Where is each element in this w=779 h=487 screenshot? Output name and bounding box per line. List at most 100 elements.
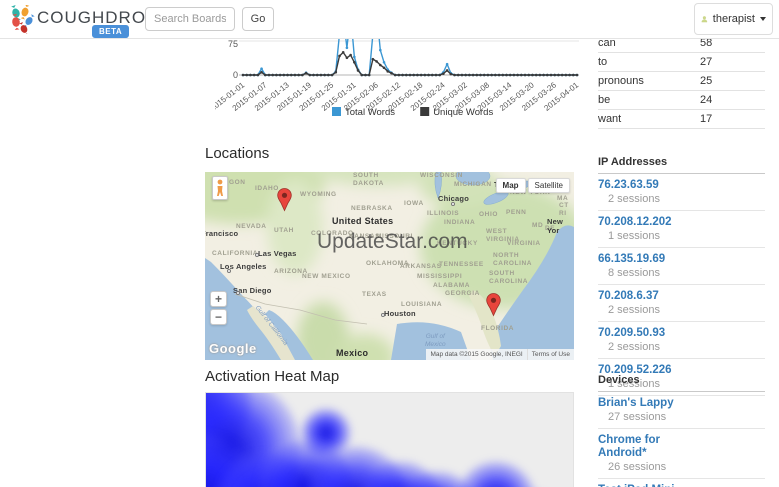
word-label: want <box>598 113 622 125</box>
map-label: WISCONSIN <box>420 172 463 179</box>
map-zoom-in-button[interactable]: + <box>210 291 227 307</box>
svg-text:Total Words: Total Words <box>345 107 395 118</box>
map-label: GON <box>229 179 246 186</box>
word-count: 24 <box>700 94 713 106</box>
svg-text:Unique Words: Unique Words <box>433 107 493 118</box>
map-label: SOUTH CAROLINA <box>489 270 529 285</box>
map-label: United States <box>332 216 394 226</box>
session-count: 8 sessions <box>608 267 660 279</box>
map-label: NEBRASKA <box>351 205 393 212</box>
map-label: CT RI <box>559 202 569 217</box>
ip-address-link[interactable]: 70.209.50.93 <box>598 327 765 340</box>
map-label: LOUISIANA <box>401 301 443 308</box>
ip-address-link[interactable]: 66.135.19.69 <box>598 253 765 266</box>
ip-address-entry: 66.135.19.69 8 sessions <box>598 248 765 285</box>
map-label: GEORGIA <box>445 290 480 297</box>
map-label: Mexico <box>336 348 369 358</box>
word-row: want 17 <box>598 110 765 129</box>
map-city-dot <box>227 269 231 273</box>
word-row: be 24 <box>598 91 765 110</box>
heat-blob <box>456 461 536 487</box>
map-city-dot <box>381 313 385 317</box>
map-city-dot <box>255 253 259 257</box>
ip-addresses-title: IP Addresses <box>598 156 765 174</box>
device-link[interactable]: Chrome for Android* <box>598 434 765 460</box>
top-words-list: can 58 to 27 pronouns 25 be 24 want 17 <box>598 34 765 129</box>
map-label: OHIO <box>479 211 499 218</box>
activation-heatmap <box>205 392 574 487</box>
locations-title: Locations <box>205 145 270 162</box>
coughdrop-logo-icon <box>11 5 35 34</box>
map-city-dot <box>451 202 455 206</box>
word-row: to 27 <box>598 53 765 72</box>
map-label: MD <box>532 222 544 229</box>
ip-address-entry: 70.208.6.37 2 sessions <box>598 285 765 322</box>
map-label: TEXAS <box>362 291 387 298</box>
ip-address-entry: 70.208.12.202 1 sessions <box>598 211 765 248</box>
session-count: 2 sessions <box>608 304 660 316</box>
map-label: NORTH CAROLINA <box>493 252 533 267</box>
locations-map[interactable]: GON IDAHO WYOMING SOUTH DAKOTA WISCONSIN MICH… <box>205 172 574 360</box>
session-count: 27 sessions <box>608 411 667 423</box>
map-label: Las Vegas <box>258 249 297 258</box>
terms-of-use-link[interactable]: Terms of Use <box>526 349 574 360</box>
ip-address-link[interactable]: 70.208.6.37 <box>598 290 765 303</box>
map-label: ARKANSAS <box>400 263 442 270</box>
search-boards-input[interactable] <box>145 7 235 31</box>
devices-list: Brian's Lappy 27 sessions Chrome for Andro… <box>598 392 765 487</box>
map-labels: GON IDAHO WYOMING SOUTH DAKOTA WISCONSIN MICH… <box>205 172 574 360</box>
pegman-icon <box>217 179 223 196</box>
map-label: INDIANA <box>444 219 476 226</box>
map-label: SOUTH DAKOTA <box>353 172 384 187</box>
map-view-button[interactable]: Map <box>495 178 526 193</box>
map-label: MICHIGAN <box>454 181 492 188</box>
map-label: Houston <box>384 309 416 318</box>
session-count: 26 sessions <box>608 461 667 473</box>
heatmap-title: Activation Heat Map <box>205 368 340 385</box>
map-label: VIRGINIA <box>507 240 541 247</box>
map-label: IDAHO <box>255 185 279 192</box>
user-menu-button[interactable]: therapist <box>694 3 773 35</box>
user-avatar <box>701 16 708 23</box>
ip-address-link[interactable]: 70.208.12.202 <box>598 216 765 229</box>
device-entry: Test iPad Mini1 sessions <box>598 479 765 487</box>
map-label: UTAH <box>274 227 294 234</box>
map-label: ILLINOIS <box>427 210 460 217</box>
map-attribution: Map data ©2015 Google, INEGI <box>426 349 527 360</box>
map-label: FLORIDA <box>481 325 515 332</box>
map-label: WYOMING <box>300 191 337 198</box>
map-label: Gulf of Mexico <box>425 333 446 348</box>
device-link[interactable]: Brian's Lappy <box>598 397 765 410</box>
ip-address-link[interactable]: 76.23.63.59 <box>598 179 765 192</box>
map-label: ALABAMA <box>433 282 471 289</box>
map-label: IOWA <box>404 200 424 207</box>
chevron-down-icon <box>760 17 766 21</box>
map-label: Gulf of California <box>253 304 290 347</box>
word-label: be <box>598 94 611 106</box>
session-count: 2 sessions <box>608 193 660 205</box>
app-header: COUGHDROP BETA Go therapist <box>0 0 779 39</box>
ip-address-entry: 70.209.50.93 2 sessions <box>598 322 765 359</box>
map-zoom-out-button[interactable]: − <box>210 309 227 325</box>
word-label: to <box>598 56 608 68</box>
satellite-view-button[interactable]: Satellite <box>527 178 570 193</box>
map-label: NEVADA <box>236 223 267 230</box>
word-label: pronouns <box>598 75 644 87</box>
ip-addresses-section: IP Addresses 76.23.63.59 2 sessions 70.208… <box>598 156 765 396</box>
devices-section: Devices Brian's Lappy 27 sessions Chrome f… <box>598 374 765 487</box>
pegman-control[interactable] <box>212 176 228 200</box>
device-entry: Chrome for Android* 26 sessions <box>598 429 765 479</box>
session-count: 2 sessions <box>608 341 660 353</box>
map-city-dot <box>236 291 240 295</box>
ip-address-entry: 76.23.63.59 2 sessions <box>598 174 765 211</box>
map-label: Francisco <box>205 229 239 238</box>
devices-title: Devices <box>598 374 765 392</box>
svg-text:75: 75 <box>228 39 238 49</box>
user-menu-label: therapist <box>712 13 755 25</box>
search-go-button[interactable]: Go <box>242 7 274 31</box>
location-marker-icon[interactable] <box>277 188 292 212</box>
map-label: MISSISSIPPI <box>417 273 463 280</box>
map-watermark: UpdateStar.com <box>317 230 468 253</box>
location-marker-icon[interactable] <box>486 293 501 317</box>
map-label: CALIFORNIA <box>212 250 259 257</box>
